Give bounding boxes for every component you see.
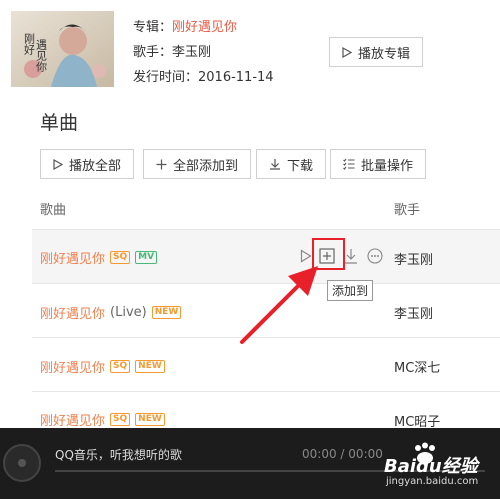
now-playing-text: QQ音乐，听我想听的歌 [55,448,182,462]
row-divider [32,391,500,392]
list-check-icon [343,158,355,170]
album-row: 专辑：刚好遇见你 [133,16,274,41]
play-icon [342,46,352,58]
current-time: 00:00 [302,447,337,461]
song-suffix: (Live) [110,305,147,320]
album-meta: 专辑：刚好遇见你 歌手：李玉刚 发行时间：2016-11-14 [133,16,274,91]
singer-link[interactable]: 李玉刚 [394,249,433,268]
download-icon [270,159,280,170]
play-all-button[interactable]: 播放全部 [40,149,135,179]
download-label: 下载 [287,158,314,174]
watermark-brand: Baidu经验 [384,456,478,477]
disc-icon[interactable] [3,444,41,482]
album-label: 专辑： [133,20,173,35]
more-icon[interactable] [367,248,383,264]
album-cover[interactable]: 刚好 遇见你 [11,11,114,87]
song-title-link[interactable]: 刚好遇见你 SQ MV [40,248,158,267]
total-time: 00:00 [348,447,383,461]
song-title-link[interactable]: 刚好遇见你 SQ NEW [40,357,165,376]
batch-operation-label: 批量操作 [361,158,414,174]
play-album-button[interactable]: 播放专辑 [329,37,424,67]
row-divider [32,229,500,230]
column-header-song[interactable]: 歌曲 [40,199,66,218]
song-title: 刚好遇见你 [40,361,106,376]
batch-operation-button[interactable]: 批量操作 [330,149,427,179]
time-separator: / [340,447,345,461]
singer-row: 歌手：李玉刚 [133,41,274,66]
sq-badge: SQ [110,413,131,426]
mv-badge[interactable]: MV [135,251,158,264]
song-title-link[interactable]: 刚好遇见你 (Live) NEW [40,303,182,322]
play-icon [53,158,63,170]
watermark-url: jingyan.baidu.com [386,476,479,487]
add-all-button[interactable]: 全部添加到 [143,149,252,179]
release-label: 发行时间： [133,70,199,85]
singer-label: 歌手： [133,45,173,60]
sq-badge: SQ [110,251,131,264]
release-row: 发行时间：2016-11-14 [133,66,274,91]
section-title: 单曲 [40,112,79,134]
singer-link[interactable]: 李玉刚 [394,303,433,322]
album-name-link[interactable]: 刚好遇见你 [172,20,237,35]
singer-link[interactable]: MC深七 [394,357,440,376]
release-date: 2016-11-14 [198,70,274,85]
plus-icon [156,159,167,169]
song-title: 刚好遇见你 [40,252,106,267]
song-title: 刚好遇见你 [40,414,106,429]
download-icon[interactable] [344,248,358,264]
pointer-arrow [240,266,318,344]
play-icon[interactable] [300,249,312,263]
time-display: 00:00 / 00:00 [302,447,383,461]
singer-name-link[interactable]: 李玉刚 [172,45,211,60]
column-header-singer[interactable]: 歌手 [394,199,420,218]
new-badge: NEW [135,360,165,373]
song-title: 刚好遇见你 [40,307,106,322]
play-album-label: 播放专辑 [358,46,411,62]
new-badge: NEW [135,413,165,426]
play-all-label: 播放全部 [69,158,122,174]
song-title-link[interactable]: 刚好遇见你 SQ NEW [40,410,165,429]
add-all-label: 全部添加到 [173,158,239,174]
add-to-tooltip: 添加到 [327,280,374,301]
svg-text:遇见你: 遇见你 [35,39,48,72]
download-button[interactable]: 下载 [256,149,327,179]
new-badge: NEW [151,306,182,319]
sq-badge: SQ [110,360,131,373]
